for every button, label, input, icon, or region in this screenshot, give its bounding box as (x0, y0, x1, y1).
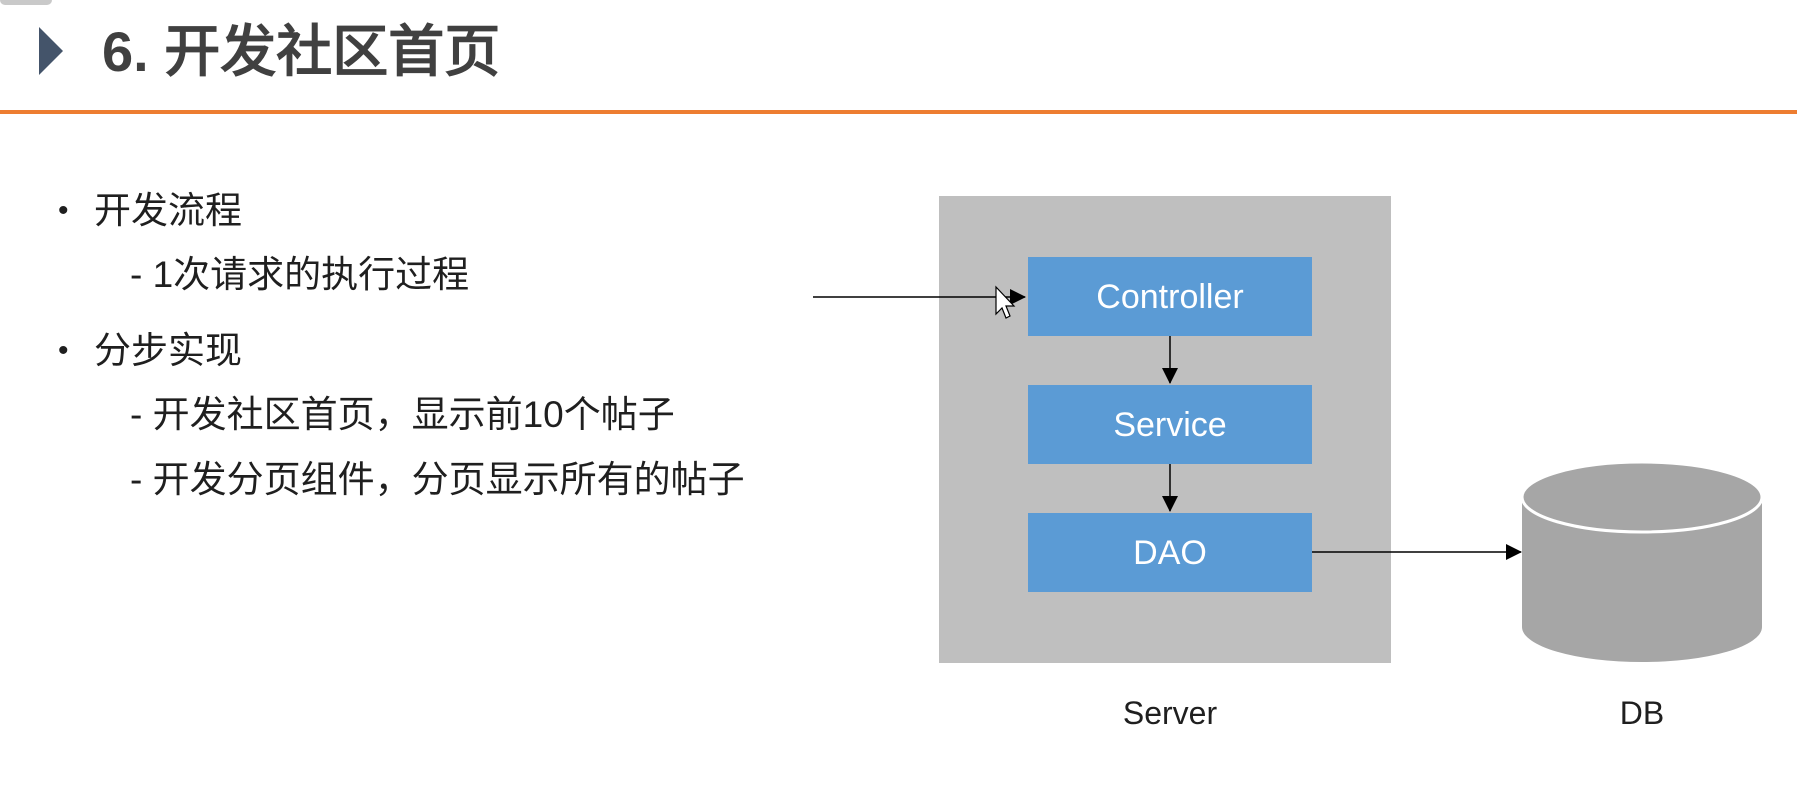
db-label: DB (1620, 695, 1664, 731)
architecture-diagram: Controller Service DAO Server DB (813, 196, 1764, 731)
controller-label: Controller (1096, 278, 1243, 316)
slide: 6. 开发社区首页 • 开发流程 - 1次请求的执行过程 • 分步实现 - 开发… (0, 0, 1797, 795)
server-label: Server (1123, 695, 1218, 731)
database-cylinder (1520, 460, 1764, 662)
service-label: Service (1113, 406, 1226, 444)
dao-label: DAO (1133, 534, 1207, 572)
